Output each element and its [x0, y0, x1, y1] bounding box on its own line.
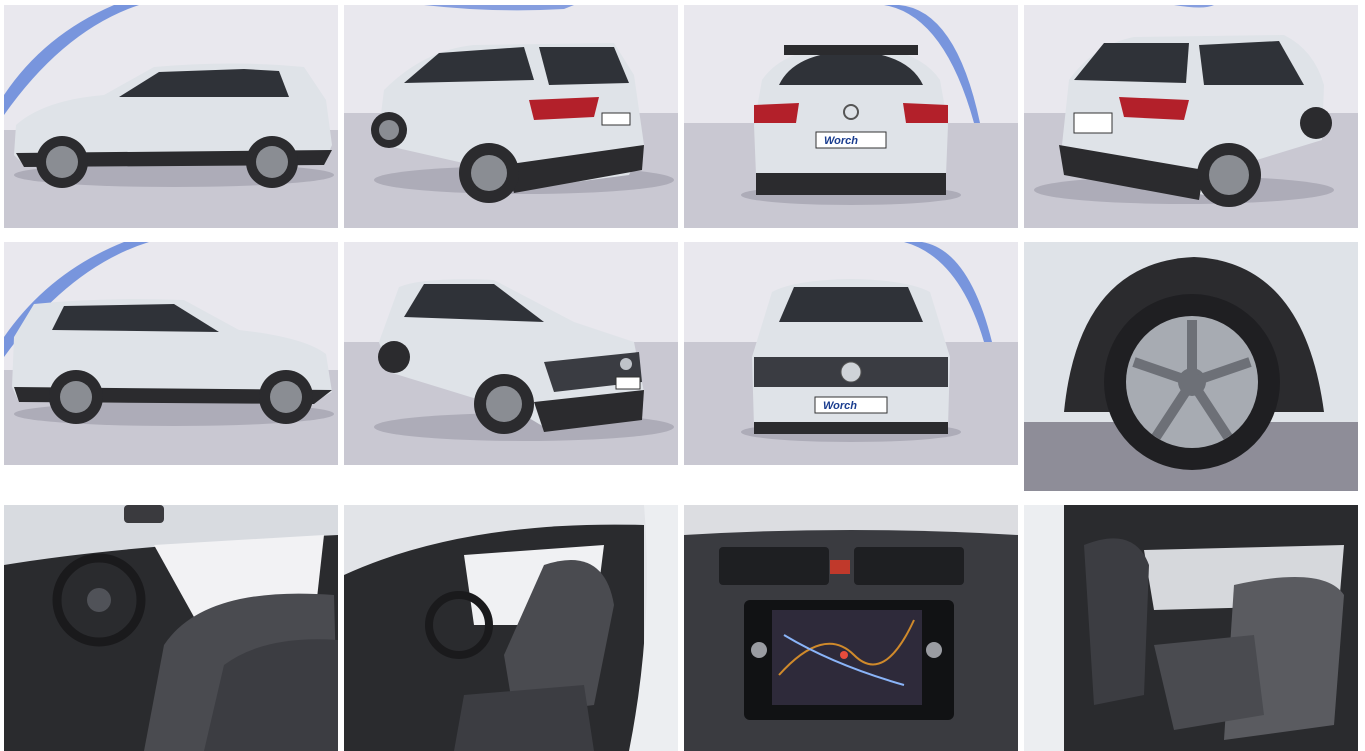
photo-side-left[interactable] [4, 5, 338, 228]
wheel-icon [1024, 242, 1358, 491]
photo-rear-seats[interactable] [1024, 505, 1358, 751]
photo-cockpit[interactable] [4, 505, 338, 751]
photo-wheel-detail[interactable] [1024, 242, 1358, 491]
license-plate-text: Worch [823, 400, 857, 412]
photo-front-three-quarter-left[interactable] [344, 242, 678, 465]
license-plate-text: Worch [824, 135, 858, 147]
seat-icon [1024, 505, 1358, 751]
photo-rear-three-quarter-left[interactable] [344, 5, 678, 228]
photo-side-right[interactable] [4, 242, 338, 465]
navigation-screen-icon [684, 505, 1018, 751]
photo-infotainment[interactable] [684, 505, 1018, 751]
car-rear-icon [344, 5, 678, 228]
photo-rear[interactable]: Worch [684, 5, 1018, 228]
car-front-icon [344, 242, 678, 465]
photo-front[interactable]: Worch [684, 242, 1018, 465]
car-rear-icon [1024, 5, 1358, 228]
car-side-icon [4, 5, 338, 228]
car-front-icon: Worch [684, 242, 1018, 465]
photo-rear-three-quarter-right[interactable] [1024, 5, 1358, 228]
seat-icon [344, 505, 678, 751]
photo-driver-door-open[interactable] [344, 505, 678, 751]
car-rear-icon: Worch [684, 5, 1018, 228]
car-side-icon [4, 242, 338, 465]
steering-wheel-icon [4, 505, 338, 751]
